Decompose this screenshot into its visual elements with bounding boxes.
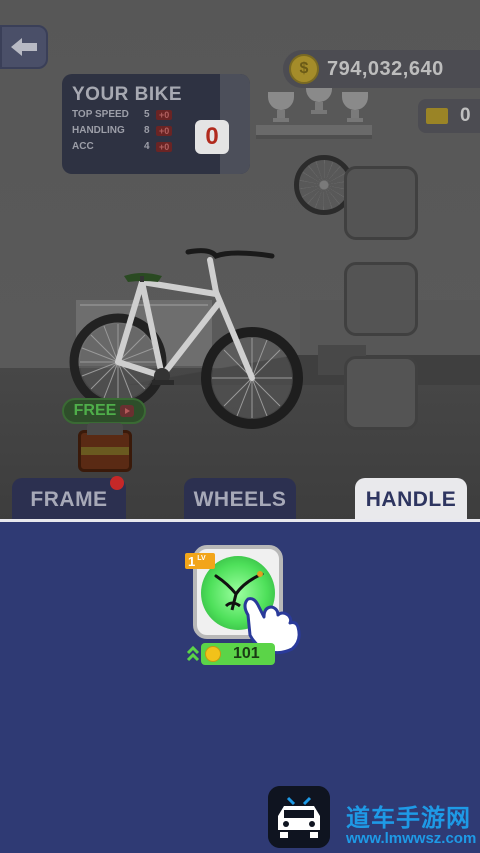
trophy-shelf xyxy=(256,125,372,139)
coin-counter: $ 794,032,640 xyxy=(283,50,480,88)
tab-frame[interactable]: FRAME xyxy=(12,478,126,521)
back-button[interactable] xyxy=(0,25,48,69)
gem-amount: 0 xyxy=(460,105,471,126)
free-label: FREE xyxy=(73,402,117,419)
brand-logo-icon xyxy=(268,786,330,848)
level-badge: 1 LV xyxy=(185,553,215,569)
watermark-url: www.lmwwsz.com xyxy=(346,830,477,847)
your-bike-panel: YOUR BIKE TOP SPEED 5 +0 HANDLING 8 +0 A… xyxy=(62,74,250,174)
watermark-title: 道车手游网 xyxy=(346,805,471,832)
coin-icon: $ xyxy=(289,54,319,84)
bike-score: 0 xyxy=(195,120,229,154)
coin-amount: 794,032,640 xyxy=(327,57,444,80)
upgrade-price: 101 xyxy=(233,645,260,662)
stat-name: TOP SPEED xyxy=(72,109,129,120)
part-slot-2[interactable] xyxy=(344,262,418,336)
upgrade-arrows-icon xyxy=(186,645,200,662)
game-scene: $ 794,032,640 0 YOUR BIKE TOP SPEED 5 +0… xyxy=(0,0,480,521)
chest-icon[interactable] xyxy=(78,423,132,472)
stat-name: HANDLING xyxy=(72,125,125,136)
part-slot-1[interactable] xyxy=(344,166,418,240)
stat-value: 4 xyxy=(144,141,150,152)
stat-bonus: +0 xyxy=(156,109,173,120)
part-slot-3[interactable] xyxy=(344,356,418,430)
stat-bonus: +0 xyxy=(156,125,173,136)
level-suffix: LV xyxy=(197,554,206,562)
stat-value: 5 xyxy=(144,109,150,120)
stat-bonus: +0 xyxy=(156,141,173,152)
tab-handle[interactable]: HANDLE xyxy=(355,478,467,521)
trophy-icon xyxy=(342,92,368,122)
level-number: 1 xyxy=(188,553,196,569)
coin-icon xyxy=(205,646,221,662)
tab-wheels[interactable]: WHEELS xyxy=(184,478,296,521)
play-icon xyxy=(120,405,135,417)
trophy-icon xyxy=(268,92,294,122)
gem-icon xyxy=(426,108,448,124)
free-reward-button[interactable]: FREE xyxy=(62,398,146,424)
back-arrow-icon xyxy=(11,38,37,56)
upgrade-price-button[interactable]: 101 xyxy=(201,643,275,665)
stat-value: 8 xyxy=(144,125,150,136)
trophy-icon xyxy=(306,84,332,114)
stat-name: ACC xyxy=(72,141,94,152)
gem-counter: 0 xyxy=(418,99,480,133)
notification-dot xyxy=(110,476,124,490)
